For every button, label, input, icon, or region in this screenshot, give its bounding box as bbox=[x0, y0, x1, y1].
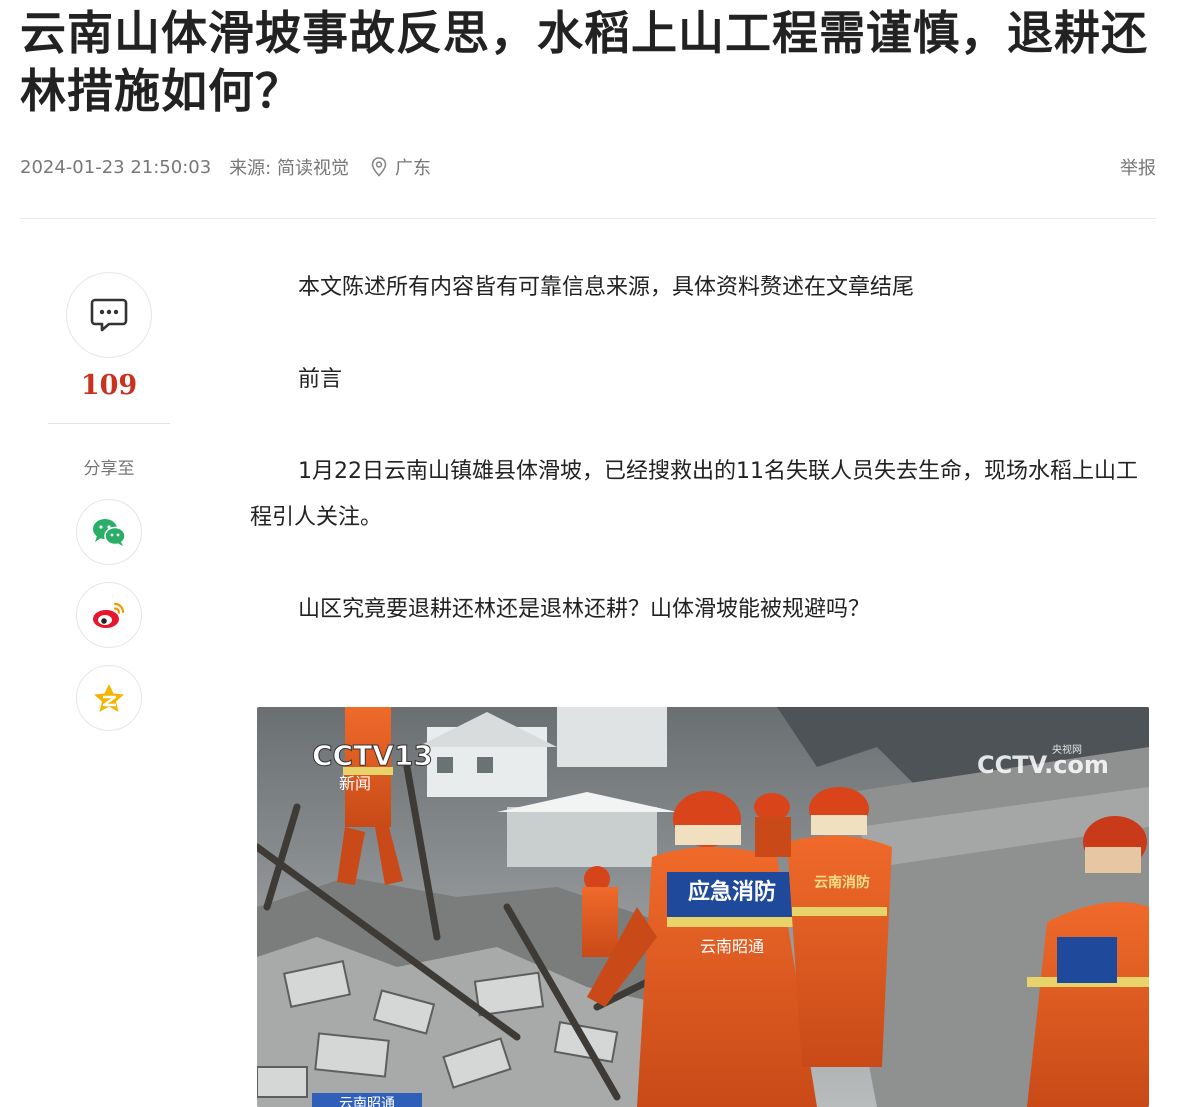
article-title: 云南山体滑坡事故反思，水稻上山工程需谨慎，退耕还林措施如何？ bbox=[20, 6, 1148, 118]
article-photo: 应急消防 云南昭通 云南消防 CCTV13 新闻 CCTV.com 央视网 云南… bbox=[257, 707, 1149, 1107]
share-wechat-button[interactable] bbox=[76, 499, 142, 565]
article-meta: 2024-01-23 21:50:03 来源: 简读视觉 广东 举报 bbox=[20, 154, 1156, 180]
wechat-icon bbox=[93, 519, 126, 546]
channel-sub: 新闻 bbox=[339, 774, 371, 793]
qzone-icon bbox=[94, 684, 124, 712]
helmet-text: 云南消防 bbox=[814, 874, 870, 891]
badge-sub-text: 云南昭通 bbox=[700, 937, 764, 956]
badge-text: 应急消防 bbox=[688, 879, 776, 905]
article-paragraph: 1月22日云南山镇雄县体滑坡，已经搜救出的11名失联人员失去生命，现场水稻上山工… bbox=[250, 459, 1138, 530]
side-rail: 109 分享至 bbox=[48, 272, 170, 731]
header-divider bbox=[20, 218, 1156, 219]
share-weibo-button[interactable] bbox=[76, 582, 142, 648]
publish-time: 2024-01-23 21:50:03 bbox=[20, 156, 212, 178]
weibo-icon bbox=[93, 602, 125, 628]
channel-logo: CCTV13 bbox=[312, 739, 433, 772]
comment-icon bbox=[90, 298, 128, 332]
location-label: 广东 bbox=[394, 158, 431, 179]
report-link[interactable]: 举报 bbox=[1120, 154, 1156, 180]
article-paragraph: 本文陈述所有内容皆有可靠信息来源，具体资料赘述在文章结尾 bbox=[298, 275, 915, 300]
watermark-logo: CCTV.com bbox=[977, 751, 1109, 779]
comment-count[interactable]: 109 bbox=[48, 370, 170, 401]
location-pin-icon bbox=[371, 157, 387, 177]
rescue-scene-image: 应急消防 云南昭通 云南消防 CCTV13 新闻 CCTV.com 央视网 云南… bbox=[257, 707, 1149, 1107]
rail-divider bbox=[48, 423, 170, 424]
article-source: 来源: 简读视觉 bbox=[229, 158, 349, 179]
share-qzone-button[interactable] bbox=[76, 665, 142, 731]
location: 广东 bbox=[371, 154, 431, 180]
caption-strip: 云南昭通 bbox=[339, 1096, 395, 1107]
watermark-small: 央视网 bbox=[1052, 743, 1082, 756]
article-paragraph: 山区究竟要退耕还林还是退林还耕？山体滑坡能被规避吗？ bbox=[298, 597, 871, 622]
article-paragraph: 前言 bbox=[298, 367, 343, 392]
share-label: 分享至 bbox=[83, 459, 135, 479]
comment-button[interactable] bbox=[66, 272, 152, 358]
